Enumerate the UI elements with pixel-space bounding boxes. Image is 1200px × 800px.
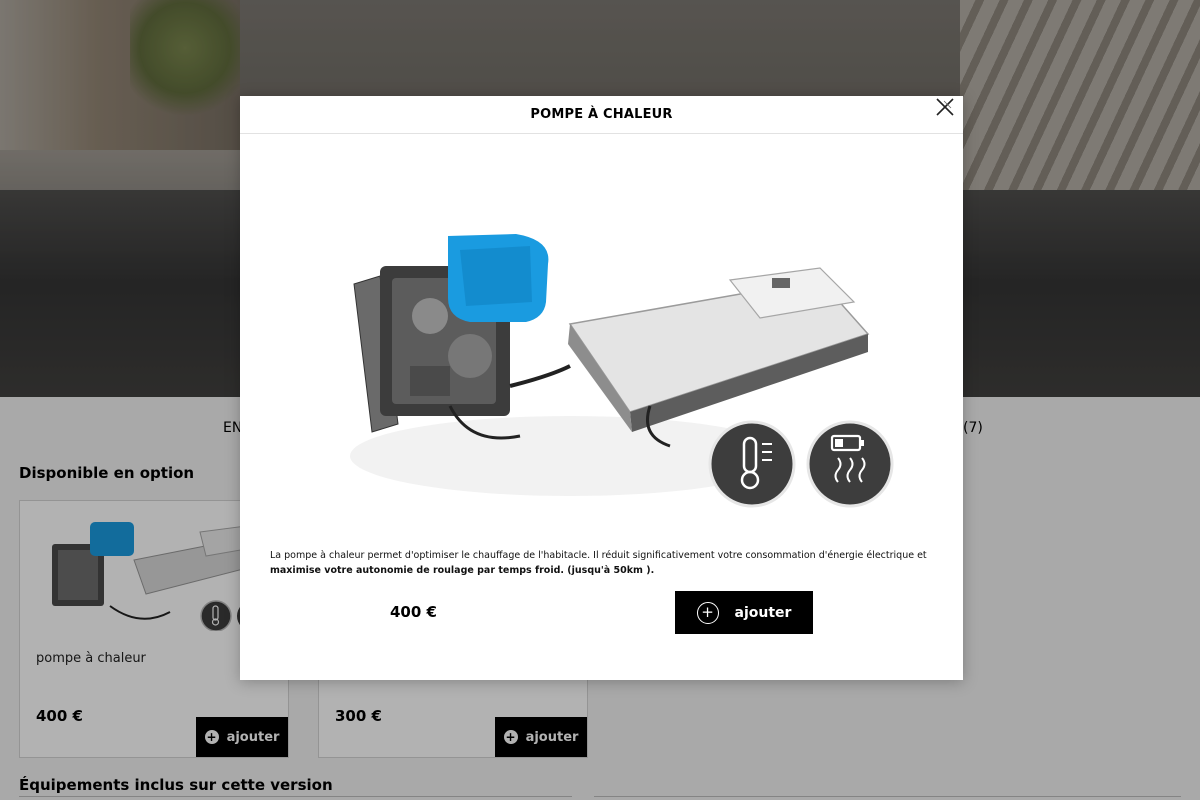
close-icon[interactable] bbox=[934, 96, 956, 118]
add-button-label: ajouter bbox=[734, 604, 792, 621]
option-description: La pompe à chaleur permet d'optimiser le… bbox=[270, 550, 927, 576]
option-detail-modal: POMPE À CHALEUR La pompe à chaleur perme… bbox=[240, 96, 963, 680]
modal-header: POMPE À CHALEUR bbox=[240, 96, 963, 134]
plus-icon: + bbox=[696, 601, 719, 624]
heat-pump-image bbox=[350, 234, 894, 508]
thermometer-icon bbox=[708, 420, 796, 508]
battery-heating-icon bbox=[806, 420, 894, 508]
add-button[interactable]: + ajouter bbox=[675, 591, 813, 634]
modal-price: 400 € bbox=[390, 603, 437, 621]
modal-title: POMPE À CHALEUR bbox=[530, 107, 673, 122]
